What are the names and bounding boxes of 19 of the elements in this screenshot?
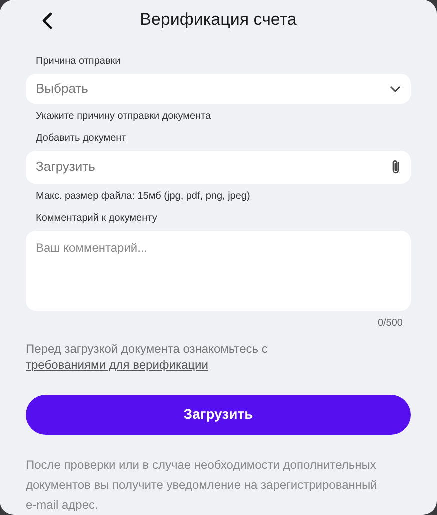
paperclip-icon [391,159,401,176]
upload-field[interactable]: Загрузить [26,150,411,184]
select-placeholder: Выбрать [36,80,88,98]
back-icon[interactable] [40,12,54,30]
field-hint: Укажите причину отправки документа [36,110,212,124]
field-label: Комментарий к документу [36,212,158,226]
field-label: Добавить документ [36,132,126,146]
upload-placeholder: Загрузить [36,158,96,176]
chevron-down-icon [390,86,401,93]
character-counter: 0/500 [378,316,403,331]
notice-text: Перед загрузкой документа ознакомьтесь с требованиями для верификации [26,340,269,373]
page-title: Верификация счета [140,9,297,32]
field-label: Причина отправки [36,55,121,70]
comment-field[interactable]: Ваш комментарий... [26,230,411,311]
reason-select[interactable]: Выбрать [26,74,411,104]
field-hint: Макс. размер файла: 15мб (jpg, pdf, png, jpeg) [36,190,250,204]
footer-text: После проверки или в случае необходимости дополнительных документов вы получите уведомление на зарегистрированный e-mail адрес. [26,456,378,514]
submit-button[interactable]: Загрузить [26,394,411,435]
requirements-link[interactable]: требованиями для верификации [26,358,208,372]
